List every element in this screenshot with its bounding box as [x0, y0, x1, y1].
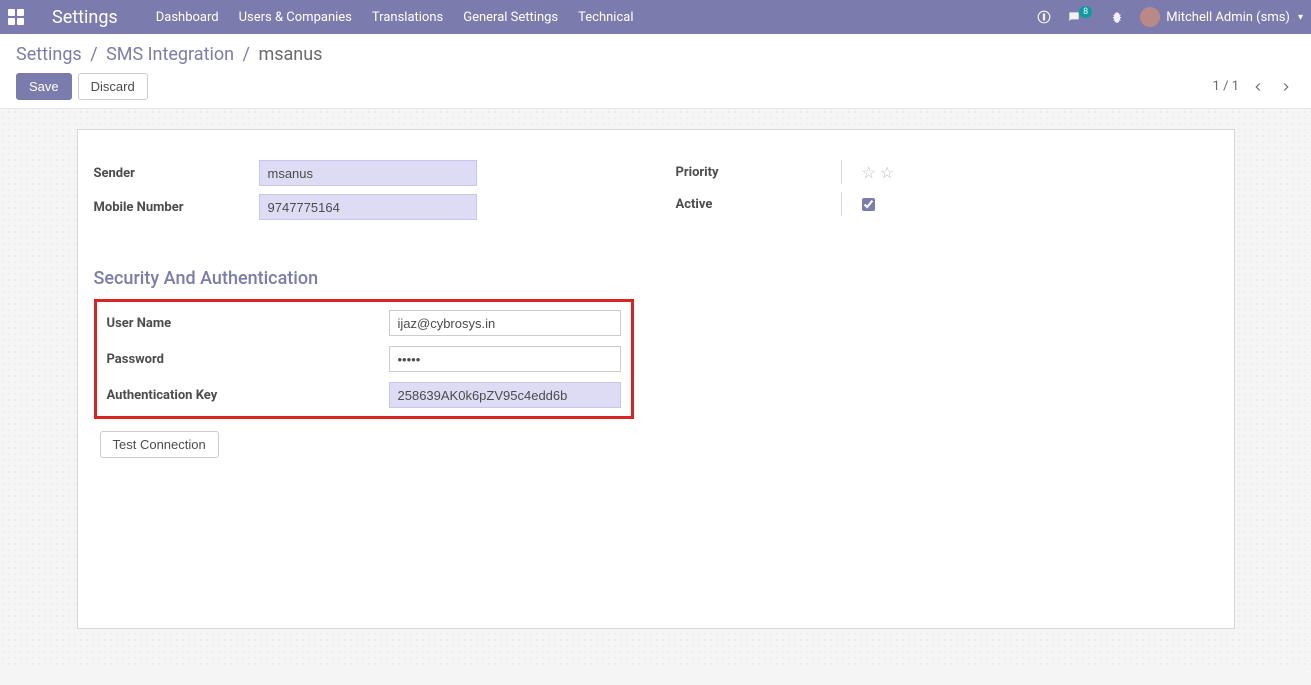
- test-connection-button[interactable]: Test Connection: [100, 431, 219, 458]
- form-sheet: Sender Mobile Number Priority: [77, 129, 1235, 629]
- avatar: [1140, 7, 1160, 27]
- priority-stars[interactable]: ☆ ☆: [862, 163, 895, 182]
- caret-down-icon: ▾: [1298, 12, 1303, 23]
- discard-button[interactable]: Discard: [78, 73, 148, 100]
- pager-next-icon[interactable]: [1277, 78, 1295, 96]
- form-col-left: Sender Mobile Number: [94, 160, 636, 228]
- star-icon[interactable]: ☆: [880, 163, 894, 182]
- auth-highlight-region: User Name Password Authentication Key: [94, 299, 634, 419]
- password-input[interactable]: [389, 346, 621, 372]
- label-mobile-number: Mobile Number: [94, 200, 259, 215]
- nav-link-general-settings[interactable]: General Settings: [463, 10, 558, 25]
- user-menu[interactable]: Mitchell Admin (sms) ▾: [1140, 7, 1303, 27]
- top-navbar: Settings Dashboard Users & Companies Tra…: [0, 0, 1311, 34]
- nav-link-dashboard[interactable]: Dashboard: [156, 10, 219, 25]
- label-priority: Priority: [676, 165, 841, 180]
- section-title-auth: Security And Authentication: [94, 268, 1218, 289]
- mobile-number-input[interactable]: [259, 194, 477, 220]
- breadcrumb: Settings / SMS Integration / msanus: [16, 44, 1295, 65]
- nav-link-translations[interactable]: Translations: [372, 10, 443, 25]
- pager-prev-icon[interactable]: [1249, 78, 1267, 96]
- app-brand[interactable]: Settings: [52, 7, 118, 28]
- nav-link-technical[interactable]: Technical: [578, 10, 633, 25]
- form-col-right: Priority ☆ ☆ Active: [676, 160, 1218, 228]
- pager-total: 1: [1232, 79, 1239, 94]
- label-password: Password: [107, 352, 389, 367]
- activities-icon[interactable]: [1037, 10, 1051, 24]
- active-checkbox[interactable]: [862, 198, 875, 211]
- sender-input[interactable]: [259, 160, 477, 186]
- save-button[interactable]: Save: [16, 73, 72, 100]
- star-icon[interactable]: ☆: [862, 163, 876, 182]
- control-panel: Settings / SMS Integration / msanus Save…: [0, 34, 1311, 109]
- debug-icon[interactable]: [1110, 10, 1124, 24]
- breadcrumb-current: msanus: [258, 44, 322, 65]
- label-active: Active: [676, 197, 841, 212]
- pager-current: 1: [1213, 79, 1220, 94]
- apps-icon[interactable]: [8, 8, 26, 26]
- messages-count-badge: 8: [1079, 6, 1092, 18]
- breadcrumb-root[interactable]: Settings: [16, 44, 82, 65]
- form-view-body: Sender Mobile Number Priority: [0, 109, 1311, 669]
- breadcrumb-parent[interactable]: SMS Integration: [106, 44, 234, 65]
- label-auth-key: Authentication Key: [107, 388, 389, 403]
- messages-icon[interactable]: 8: [1067, 10, 1094, 24]
- nav-links: Dashboard Users & Companies Translations…: [156, 10, 634, 25]
- label-sender: Sender: [94, 166, 259, 181]
- pager-text: 1 / 1: [1213, 79, 1239, 94]
- username-input[interactable]: [389, 310, 621, 336]
- label-user-name: User Name: [107, 316, 389, 331]
- auth-key-input[interactable]: [389, 382, 621, 408]
- nav-link-users-companies[interactable]: Users & Companies: [239, 10, 352, 25]
- user-name-label: Mitchell Admin (sms): [1166, 10, 1290, 25]
